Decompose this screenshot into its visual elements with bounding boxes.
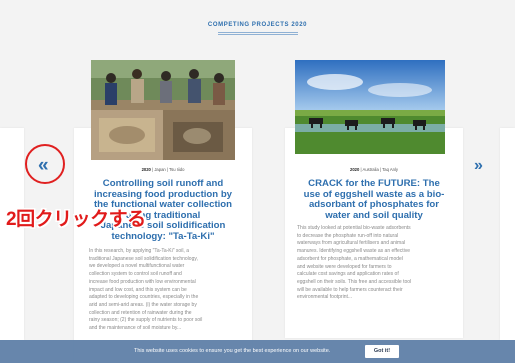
carousel-next-icon[interactable]: » [474, 156, 483, 175]
desc-line: and website were developed for farmers t… [297, 263, 392, 270]
title-line: Controlling soil runoff and [102, 178, 224, 189]
project-meta-2: 2020 | Australia | Taq Anly [285, 167, 463, 172]
project-photo-2[interactable] [295, 60, 445, 154]
title-underline [218, 32, 298, 33]
desc-line: we developed a novel multifunctional wat… [89, 263, 185, 270]
click-target-circle-annotation [25, 144, 65, 184]
desc-line: calculate cost savings and application r… [297, 271, 399, 278]
desc-line: increase food production with low enviro… [89, 278, 196, 285]
cookie-consent-text: This website uses cookies to ensure you … [134, 348, 331, 354]
project-title-2[interactable]: CRACK for the FUTURE: The use of eggshel… [285, 178, 463, 221]
title-line: CRACK for the FUTURE: The [308, 178, 440, 189]
desc-line: eggshell on their soils. This free and a… [297, 278, 412, 285]
project-year: 2020 [141, 167, 151, 172]
next-project-card-edge[interactable] [500, 128, 515, 340]
desc-line: adsorbent for phosphate, a mathematical … [297, 255, 403, 262]
title-line: technology: "Ta-Ta-Ki" [111, 230, 215, 242]
project-meta-1: 2020 | Japan | Tsu Iiido [74, 167, 252, 172]
project-photo-1[interactable] [91, 60, 235, 160]
cattle-pasture-photo [295, 60, 445, 154]
desc-line: collection system to control soil runoff… [89, 271, 182, 278]
desc-line: impact and low cost, and this system can… [89, 286, 187, 293]
soil-workshop-photo [91, 60, 235, 160]
project-description-2: This study looked at potential bio-waste… [297, 225, 447, 302]
desc-line: to decrease the phosphate run-off into n… [297, 232, 399, 239]
desc-line: This study looked at potential bio-waste… [297, 225, 411, 231]
desc-line: arid and semi-arid areas. (i) the water … [89, 301, 197, 308]
project-description-1: In this research, by applying "Ta-Ta-Ki"… [89, 248, 239, 333]
previous-project-card-edge[interactable] [0, 128, 24, 340]
desc-line: manures. Identifying eggshell waste as a… [297, 248, 411, 255]
desc-line: collection and retention of rainwater du… [89, 309, 192, 316]
cookie-accept-button[interactable]: Got it! [365, 345, 399, 358]
page: COMPETING PROJECTS 2020 2020 | Japan | T… [0, 0, 515, 363]
desc-line: rainy season; (2) the supply of nutrient… [89, 317, 203, 324]
desc-line: In this research, by applying "Ta-Ta-Ki"… [89, 248, 189, 254]
title-underline [218, 34, 298, 35]
desc-line: traditional Japanese soil solidification… [89, 255, 198, 262]
title-line: water and soil quality [325, 209, 423, 221]
section-title: COMPETING PROJECTS 2020 [207, 22, 308, 28]
desc-line: will be available to help farmers counte… [297, 286, 403, 293]
desc-line: environmental footprint... [297, 294, 353, 301]
desc-line: waterways from agricultural fertilisers … [297, 240, 406, 247]
project-country-author: | Australia | Taq Anly [360, 167, 398, 172]
desc-line: and the maintenance of soil moisture by.… [89, 325, 182, 332]
desc-line: adapted to developing countries, especia… [89, 294, 199, 301]
project-country-author: | Japan | Tsu Iiido [152, 167, 185, 172]
double-click-annotation: 2回クリックする [6, 209, 146, 230]
project-year: 2020 [350, 167, 360, 172]
